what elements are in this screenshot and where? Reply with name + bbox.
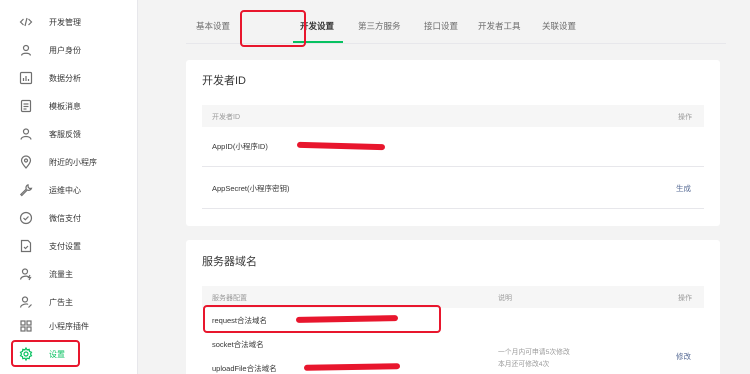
document-icon — [19, 99, 33, 113]
request-domain-highlight-box — [203, 305, 441, 333]
sidebar-item-label: 客服反馈 — [49, 129, 81, 139]
wrench-icon — [19, 183, 33, 197]
appsecret-label: AppSecret(小程序密钥) — [212, 184, 290, 193]
file-check-icon — [19, 239, 33, 253]
user-id-icon — [19, 43, 33, 57]
tab-basic-settings[interactable]: 基本设置 — [196, 20, 230, 32]
sidebar-item-label: 运维中心 — [49, 185, 81, 195]
sidebar-item-label: 微信支付 — [49, 213, 81, 223]
code-icon — [19, 15, 33, 29]
appid-redaction — [296, 141, 386, 151]
sidebar-item-pay-settings[interactable]: 支付设置 — [0, 234, 138, 258]
column-header-action: 操作 — [678, 114, 692, 121]
tab-link-settings[interactable]: 关联设置 — [542, 20, 576, 32]
sidebar-item-label: 广告主 — [49, 297, 73, 307]
column-header-action: 操作 — [678, 295, 692, 302]
settings-highlight-box — [11, 340, 80, 367]
developer-id-card: 开发者ID 开发者ID 操作 AppID(小程序ID) AppSecret(小程… — [186, 60, 720, 226]
sidebar-item-wechat-pay[interactable]: 微信支付 — [0, 206, 138, 230]
modify-domain-link[interactable]: 修改 — [676, 351, 691, 362]
sidebar-item-label: 模板消息 — [49, 101, 81, 111]
modify-limit-note: 一个月内可申请5次修改 — [498, 349, 570, 356]
card-title: 服务器域名 — [202, 256, 257, 268]
user-bolt-icon — [19, 267, 33, 281]
sidebar-item-label: 数据分析 — [49, 73, 81, 83]
sidebar-item-label: 小程序插件 — [49, 321, 89, 331]
column-header-description: 说明 — [498, 295, 512, 302]
sidebar-item-label: 开发管理 — [49, 17, 81, 27]
user-edit-icon — [19, 295, 33, 309]
main-content: 基本设置 开发设置 第三方服务 接口设置 开发者工具 关联设置 开发者ID 开发… — [138, 0, 750, 374]
tab-api-settings[interactable]: 接口设置 — [424, 20, 458, 32]
sidebar-item-template-message[interactable]: 模板消息 — [0, 94, 138, 118]
sidebar-item-miniprogram-plugins[interactable]: 小程序插件 — [0, 314, 138, 338]
sidebar-item-label: 流量主 — [49, 269, 73, 279]
grid-icon — [19, 319, 33, 333]
sidebar-item-label: 支付设置 — [49, 241, 81, 251]
socket-domain-label: socket合法域名 — [212, 340, 264, 349]
table-header: 开发者ID 操作 — [202, 105, 704, 127]
row-divider — [202, 208, 704, 209]
sidebar-item-user-identity[interactable]: 用户身份 — [0, 38, 138, 62]
column-header-id: 开发者ID — [212, 114, 240, 121]
sidebar-item-dev-management[interactable]: 开发管理 — [0, 10, 138, 34]
sidebar-item-ops-center[interactable]: 运维中心 — [0, 178, 138, 202]
dev-settings-tab-highlight-box — [240, 10, 306, 47]
sidebar-item-label: 用户身份 — [49, 45, 81, 55]
column-header-config: 服务器配置 — [212, 295, 247, 302]
uploadfile-domain-label: uploadFile合法域名 — [212, 364, 277, 373]
sidebar: 开发管理 用户身份 数据分析 模板消息 客服反馈 附近的小程序 运维中心 微信支… — [0, 0, 138, 374]
sidebar-item-nearby-miniprogram[interactable]: 附近的小程序 — [0, 150, 138, 174]
person-icon — [19, 127, 33, 141]
row-divider — [202, 166, 704, 167]
generate-secret-link[interactable]: 生成 — [676, 183, 691, 194]
tab-third-party-services[interactable]: 第三方服务 — [358, 20, 401, 32]
sidebar-item-traffic-owner[interactable]: 流量主 — [0, 262, 138, 286]
uploadfile-domain-redaction — [303, 363, 401, 371]
card-title: 开发者ID — [202, 75, 246, 87]
chart-icon — [19, 71, 33, 85]
tab-developer-tools[interactable]: 开发者工具 — [478, 20, 521, 32]
sidebar-item-advertiser[interactable]: 广告主 — [0, 290, 138, 314]
appid-label: AppID(小程序ID) — [212, 142, 268, 151]
check-circle-icon — [19, 211, 33, 225]
sidebar-item-data-analysis[interactable]: 数据分析 — [0, 66, 138, 90]
sidebar-item-label: 附近的小程序 — [49, 157, 97, 167]
modify-remaining-note: 本月还可修改4次 — [498, 361, 550, 368]
location-icon — [19, 155, 33, 169]
sidebar-item-customer-feedback[interactable]: 客服反馈 — [0, 122, 138, 146]
